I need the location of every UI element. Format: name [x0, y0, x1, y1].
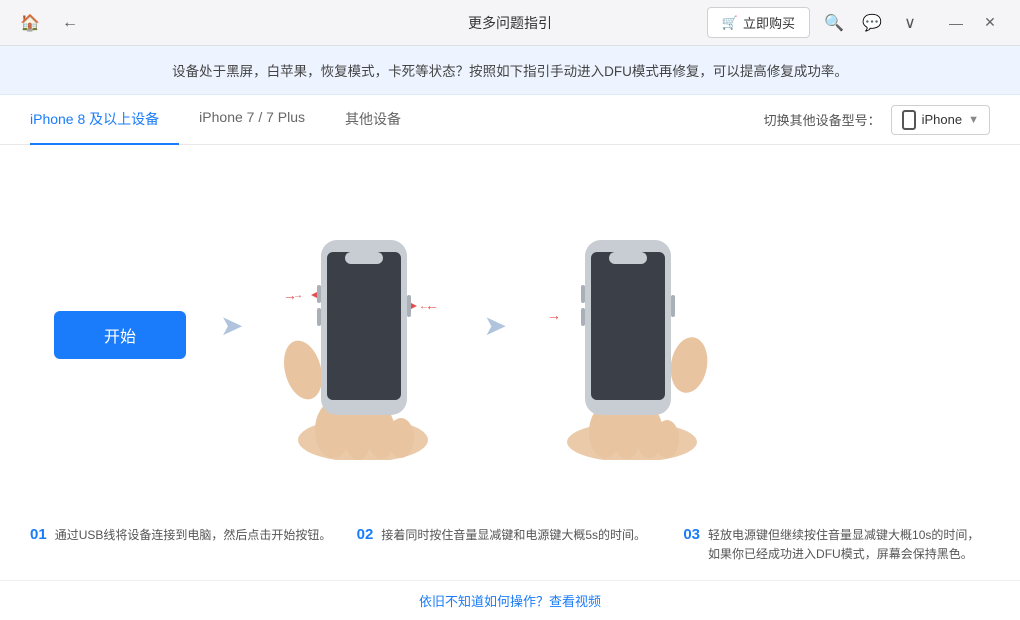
svg-text:←: ← [425, 297, 439, 313]
step-number-1: 01 [30, 526, 47, 564]
step-number-3: 03 [683, 526, 700, 564]
tabs-container: iPhone 8 及以上设备 iPhone 7 / 7 Plus 其他设备 [30, 95, 421, 144]
tab-iphone8-plus[interactable]: iPhone 8 及以上设备 [30, 95, 179, 145]
svg-text:→: → [547, 307, 561, 323]
tab-iphone7[interactable]: iPhone 7 / 7 Plus [179, 95, 325, 145]
buy-button[interactable]: 🛒 立即购买 [707, 7, 810, 38]
dropdown-chevron-icon: ▼ [968, 114, 979, 126]
buy-label: 立即购买 [743, 13, 795, 32]
step-desc-2: 接着同时按住音量显减键和电源键大概5s的时间。 [381, 526, 646, 564]
minimize-button[interactable]: — [942, 9, 970, 37]
device-selector-label: 切换其他设备型号： [764, 110, 881, 129]
arrow-icon-2: ➤ [473, 309, 516, 342]
step-start: 开始 [30, 311, 210, 369]
message-button[interactable]: 💬 [858, 9, 886, 37]
tab-other-devices[interactable]: 其他设备 [325, 95, 421, 145]
title-bar: 🏠 ← 更多问题指引 🛒 立即购买 🔍 💬 ∨ — ✕ [0, 0, 1020, 46]
search-button[interactable]: 🔍 [820, 9, 848, 37]
phone-small-icon [902, 110, 916, 130]
device-selected-value: iPhone [922, 112, 962, 127]
tabs-row: iPhone 8 及以上设备 iPhone 7 / 7 Plus 其他设备 切换… [0, 95, 1020, 145]
step-desc-1: 通过USB线将设备连接到电脑，然后点击开始按钮。 [55, 526, 332, 564]
desc-item-1: 01 通过USB线将设备连接到电脑，然后点击开始按钮。 [20, 526, 347, 564]
device-selector: 切换其他设备型号： iPhone ▼ [764, 105, 990, 135]
title-bar-left: 🏠 ← [16, 9, 84, 37]
window-controls: — ✕ [942, 9, 1004, 37]
info-text: 设备处于黑屏，白苹果，恢复模式，卡死等状态？按照如下指引手动进入DFU模式再修复… [172, 64, 848, 79]
phone-illustration-step3: → [517, 220, 737, 460]
bottom-link-area: 依旧不知道如何操作？查看视频 [0, 580, 1020, 620]
descriptions-row: 01 通过USB线将设备连接到电脑，然后点击开始按钮。 02 接着同时按住音量显… [0, 526, 1020, 580]
svg-text:→: → [283, 287, 297, 303]
cart-icon: 🛒 [722, 15, 738, 31]
desc-item-3: 03 轻放电源键但继续按住音量显减键大概10s的时间，如果你已经成功进入DFU模… [673, 526, 1000, 564]
step-desc-3: 轻放电源键但继续按住音量显减键大概10s的时间，如果你已经成功进入DFU模式，屏… [708, 526, 990, 564]
phone-svg-step2: → ← → ← [273, 220, 453, 460]
main-content: iPhone 8 及以上设备 iPhone 7 / 7 Plus 其他设备 切换… [0, 95, 1020, 620]
step-number-2: 02 [357, 526, 374, 564]
phone-svg-step3: → [537, 220, 717, 460]
home-button[interactable]: 🏠 [16, 9, 44, 37]
close-button[interactable]: ✕ [976, 9, 1004, 37]
info-banner: 设备处于黑屏，白苹果，恢复模式，卡死等状态？按照如下指引手动进入DFU模式再修复… [0, 46, 1020, 95]
title-bar-right: 🛒 立即购买 🔍 💬 ∨ — ✕ [707, 7, 1004, 38]
back-button[interactable]: ← [56, 9, 84, 37]
watch-video-link[interactable]: 依旧不知道如何操作？查看视频 [419, 594, 601, 609]
window-title: 更多问题指引 [468, 13, 552, 33]
arrow-icon-1: ➤ [210, 309, 253, 342]
desc-item-2: 02 接着同时按住音量显减键和电源键大概5s的时间。 [347, 526, 674, 564]
start-button[interactable]: 开始 [54, 311, 186, 359]
device-selector-dropdown[interactable]: iPhone ▼ [891, 105, 990, 135]
phone-illustration-step2: → ← → ← [253, 220, 473, 460]
chevron-down-icon[interactable]: ∨ [896, 9, 924, 37]
steps-visual-area: 开始 ➤ [0, 145, 1020, 526]
